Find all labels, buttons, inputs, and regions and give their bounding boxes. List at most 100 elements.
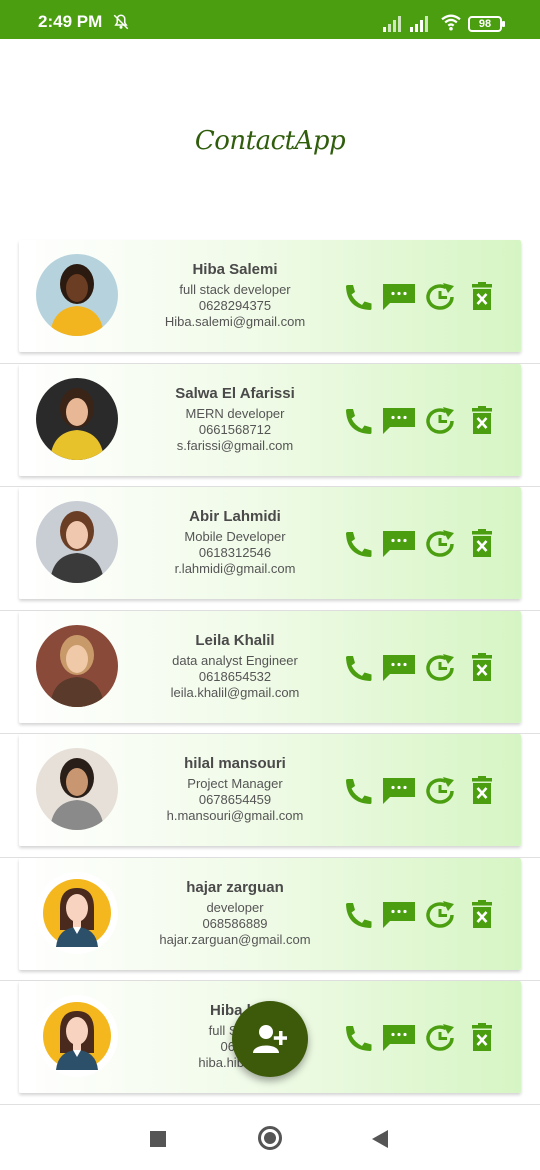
signal-icon	[383, 16, 401, 32]
message-icon	[382, 529, 416, 559]
contact-phone: 0628294375	[198, 298, 272, 313]
contact-row[interactable]: hajar zarguan developer 068586889 hajar.…	[0, 857, 540, 981]
message-button[interactable]	[382, 900, 416, 930]
history-button[interactable]	[424, 776, 458, 806]
contact-info: Leila Khalil data analyst Engineer 06186…	[149, 632, 321, 701]
avatar	[36, 871, 118, 954]
contact-name: Leila Khalil	[195, 631, 275, 649]
message-button[interactable]	[382, 1023, 416, 1053]
message-button[interactable]	[382, 282, 416, 312]
contact-card[interactable]: hajar zarguan developer 068586889 hajar.…	[19, 857, 521, 970]
contact-info: hilal mansouri Project Manager 067865445…	[149, 755, 321, 824]
battery-icon: 98	[468, 16, 505, 32]
call-icon	[341, 1023, 375, 1053]
status-time: 2:49 PM	[38, 12, 103, 31]
message-button[interactable]	[382, 653, 416, 683]
signal-icon	[410, 16, 428, 32]
contact-name: Hiba Salemi	[192, 261, 278, 278]
contact-card[interactable]: Abir Lahmidi Mobile Developer 0618312546…	[19, 487, 521, 599]
delete-icon	[465, 899, 499, 930]
history-icon	[424, 406, 458, 436]
delete-button[interactable]	[465, 652, 499, 683]
add-contact-button[interactable]	[232, 1001, 308, 1077]
history-icon	[424, 529, 458, 559]
contact-name: hilal mansouri	[184, 755, 286, 772]
contact-card[interactable]: Salwa El Afarissi MERN developer 0661568…	[19, 363, 521, 476]
contact-role: Mobile Developer	[184, 529, 286, 544]
call-button[interactable]	[341, 776, 375, 806]
page-title: ContactApp	[194, 126, 346, 156]
message-icon	[382, 406, 416, 436]
contact-card[interactable]: hilal mansouri Project Manager 067865445…	[19, 734, 521, 846]
delete-button[interactable]	[465, 529, 499, 559]
delete-icon	[465, 282, 499, 312]
delete-button[interactable]	[465, 405, 499, 436]
message-icon	[382, 282, 416, 312]
wifi-icon	[441, 14, 461, 31]
contact-row[interactable]: Abir Lahmidi Mobile Developer 0618312546…	[0, 487, 540, 611]
history-icon	[424, 653, 458, 683]
avatar	[36, 624, 118, 707]
call-icon	[341, 529, 375, 559]
contact-card[interactable]: Leila Khalil data analyst Engineer 06186…	[19, 610, 521, 723]
delete-button[interactable]	[465, 1023, 499, 1053]
home-circle-icon[interactable]	[258, 1126, 282, 1150]
contact-role: MERN developer	[185, 405, 285, 421]
call-icon	[341, 900, 375, 930]
contact-phone: 0618654532	[198, 668, 272, 684]
avatar	[36, 501, 118, 583]
delete-icon	[465, 529, 499, 559]
recents-square-icon[interactable]	[150, 1131, 166, 1147]
contact-role: full stack developer	[179, 282, 291, 297]
contact-name: Abir Lahmidi	[189, 508, 281, 525]
message-button[interactable]	[382, 776, 416, 806]
contact-email: leila.khalil@gmail.com	[170, 684, 300, 700]
call-button[interactable]	[341, 1023, 375, 1053]
back-triangle-icon[interactable]	[372, 1130, 388, 1148]
avatar	[36, 995, 118, 1077]
history-button[interactable]	[424, 1023, 458, 1053]
history-button[interactable]	[424, 282, 458, 312]
call-icon	[341, 653, 375, 683]
history-button[interactable]	[424, 529, 458, 559]
history-button[interactable]	[424, 653, 458, 683]
message-icon	[382, 900, 416, 930]
call-icon	[341, 406, 375, 436]
message-button[interactable]	[382, 406, 416, 436]
add-person-icon	[253, 1025, 287, 1053]
call-button[interactable]	[341, 653, 375, 683]
contact-email: h.mansouri@gmail.com	[166, 808, 304, 823]
history-button[interactable]	[424, 900, 458, 930]
contact-name: hajar zarguan	[186, 878, 284, 896]
contact-email: Hiba.salemi@gmail.com	[164, 314, 306, 329]
contact-card[interactable]: Hiba Salemi full stack developer 0628294…	[19, 240, 521, 352]
delete-icon	[465, 405, 499, 436]
history-icon	[424, 282, 458, 312]
delete-icon	[465, 1023, 499, 1053]
contact-row[interactable]: Hiba Salemi full stack developer 0628294…	[0, 240, 540, 364]
contact-name: Salwa El Afarissi	[175, 384, 295, 402]
contact-row[interactable]: Leila Khalil data analyst Engineer 06186…	[0, 610, 540, 734]
contact-row[interactable]: Salwa El Afarissi MERN developer 0661568…	[0, 363, 540, 487]
history-icon	[424, 1023, 458, 1053]
call-button[interactable]	[341, 900, 375, 930]
contact-list[interactable]: Hiba Salemi full stack developer 0628294…	[0, 240, 540, 1105]
call-button[interactable]	[341, 406, 375, 436]
contact-info: hajar zarguan developer 068586889 hajar.…	[149, 879, 321, 948]
avatar	[36, 748, 118, 830]
call-button[interactable]	[341, 529, 375, 559]
avatar	[36, 377, 118, 460]
contact-row[interactable]: hilal mansouri Project Manager 067865445…	[0, 734, 540, 858]
delete-button[interactable]	[465, 282, 499, 312]
delete-button[interactable]	[465, 776, 499, 806]
history-button[interactable]	[424, 406, 458, 436]
contact-email: hajar.zarguan@gmail.com	[159, 931, 311, 947]
delete-button[interactable]	[465, 899, 499, 930]
message-button[interactable]	[382, 529, 416, 559]
message-icon	[382, 1023, 416, 1053]
contact-info: Hiba Salemi full stack developer 0628294…	[149, 261, 321, 330]
contact-info: Abir Lahmidi Mobile Developer 0618312546…	[149, 508, 321, 577]
call-button[interactable]	[341, 282, 375, 312]
call-icon	[341, 776, 375, 806]
contact-role: data analyst Engineer	[172, 652, 298, 668]
